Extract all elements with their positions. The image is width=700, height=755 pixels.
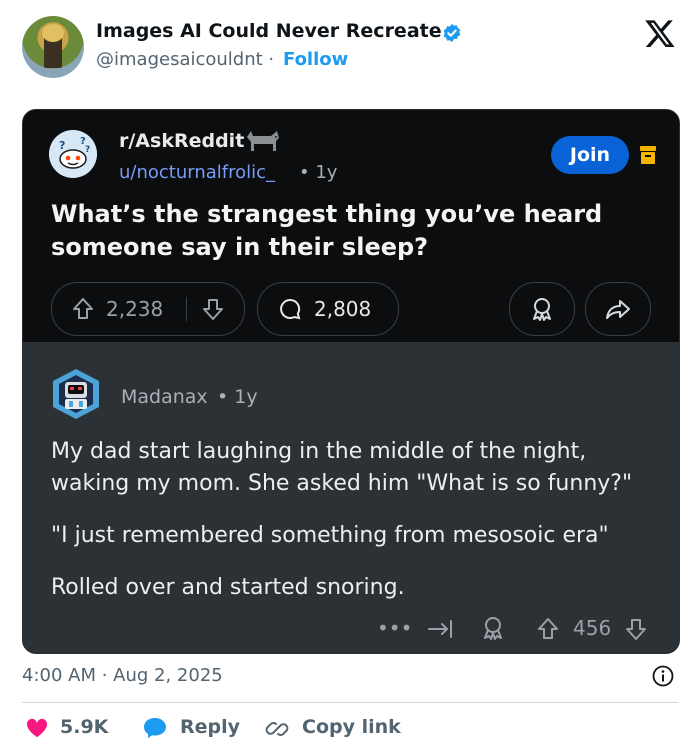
copy-link-button[interactable]: Copy link	[302, 716, 401, 738]
share-button[interactable]	[585, 282, 651, 336]
reply-bubble-icon[interactable]	[142, 716, 168, 740]
comment-upvote-icon[interactable]	[537, 617, 559, 641]
post-comment-count: 2,808	[314, 297, 372, 321]
follow-button[interactable]: Follow	[283, 49, 348, 70]
comment-upvote-count: 456	[573, 616, 612, 640]
join-button[interactable]: Join	[551, 136, 629, 174]
tweet-timestamp[interactable]: 4:00 AM · Aug 2, 2025	[22, 665, 223, 686]
info-icon[interactable]	[652, 665, 674, 687]
svg-text:?: ?	[59, 139, 65, 152]
comment-more-button[interactable]: •••	[377, 616, 412, 640]
comments-button[interactable]: 2,808	[257, 282, 399, 336]
comment-age: • 1y	[217, 386, 258, 408]
downvote-icon[interactable]	[202, 297, 224, 321]
footer-divider	[22, 702, 678, 703]
commenter-username[interactable]: Madanax	[121, 386, 208, 408]
link-icon[interactable]	[264, 717, 290, 741]
post-age: • 1y	[299, 162, 338, 183]
commenter-avatar[interactable]	[51, 368, 101, 420]
comment-award-icon[interactable]	[481, 615, 505, 641]
svg-text:?: ?	[85, 145, 90, 155]
award-button[interactable]	[509, 282, 575, 336]
upvote-icon[interactable]	[72, 297, 94, 321]
vote-divider	[186, 297, 187, 321]
like-count[interactable]: 5.9K	[60, 716, 108, 738]
post-title[interactable]: What’s the strangest thing you’ve heard …	[51, 198, 651, 264]
x-logo-icon[interactable]	[643, 17, 677, 49]
handle-text: @imagesaicouldnt	[96, 49, 263, 70]
author-name[interactable]: Images AI Could Never Recreate	[96, 20, 442, 42]
subreddit-icon[interactable]: ? ? ?	[49, 130, 97, 178]
subreddit-name[interactable]: r/AskReddit	[119, 130, 244, 152]
comment-paragraph: My dad start laughing in the middle of t…	[51, 439, 633, 496]
verified-badge-icon	[443, 23, 461, 43]
comment-paragraph: Rolled over and started snoring.	[51, 575, 405, 600]
share-arrow-icon	[606, 300, 630, 319]
comment-share-icon[interactable]	[427, 617, 457, 641]
save-icon[interactable]	[639, 145, 657, 165]
comment-bubble-icon	[280, 298, 301, 320]
post-author[interactable]: u/nocturnalfrolic_	[119, 162, 275, 183]
author-handle[interactable]: @imagesaicouldnt ·	[96, 49, 274, 70]
comment-downvote-icon[interactable]	[625, 617, 647, 641]
avatar-head	[42, 24, 64, 42]
reply-button[interactable]: Reply	[180, 716, 240, 738]
vote-pill: 2,238	[51, 282, 245, 336]
handle-separator: ·	[268, 49, 275, 70]
heart-icon[interactable]	[26, 718, 48, 738]
comment-paragraph: "I just remembered something from mesoso…	[51, 523, 609, 548]
author-avatar[interactable]	[22, 16, 84, 78]
post-upvote-count: 2,238	[106, 297, 164, 321]
embedded-reddit-card[interactable]: ? ? ? r/AskReddit u/nocturnalfrolic_ • 1…	[22, 109, 680, 654]
award-icon	[533, 298, 551, 321]
donkey-icon	[247, 131, 279, 151]
